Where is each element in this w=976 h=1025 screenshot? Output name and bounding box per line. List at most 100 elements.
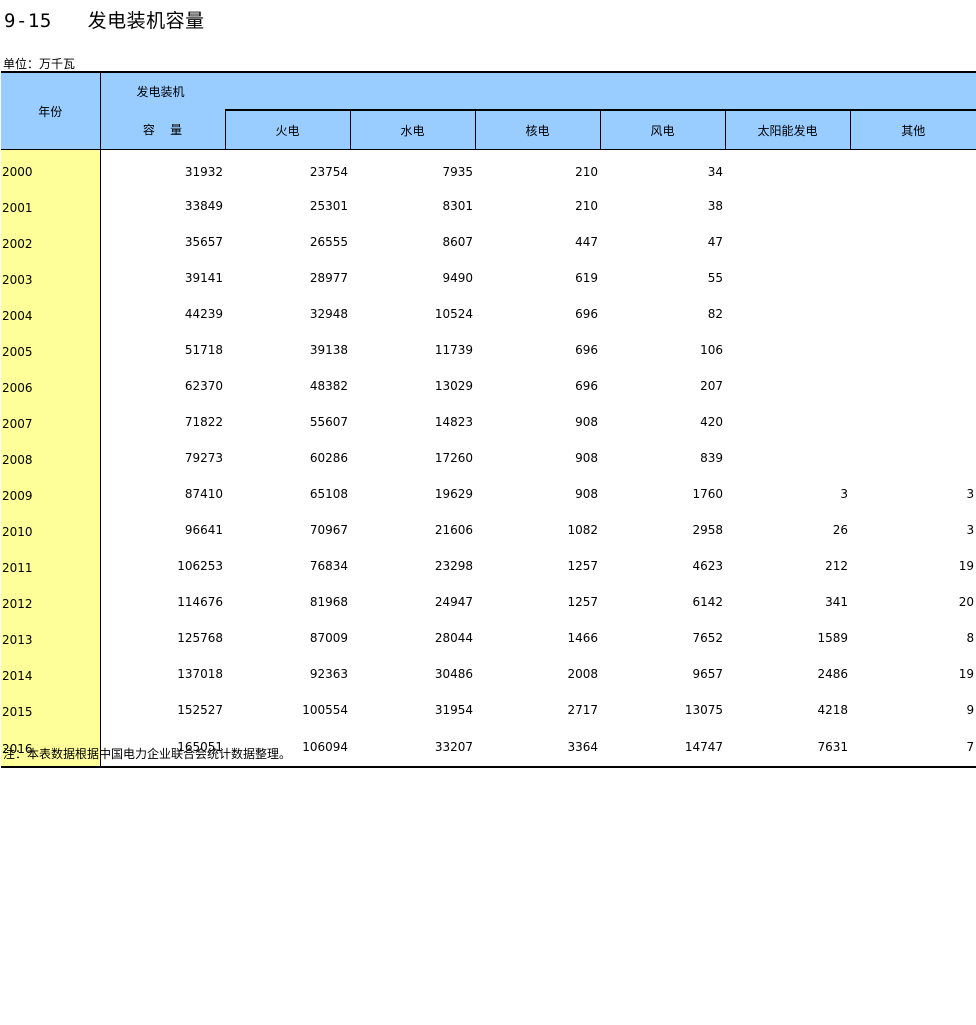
table-row: 2008 79273 60286 17260 908 839 <box>1 440 976 476</box>
row-year-cell: 2000 <box>1 149 101 188</box>
cell-total: 62370 <box>184 379 223 393</box>
cell-total: 44239 <box>184 307 223 321</box>
cell-hydro: 23298 <box>434 559 473 573</box>
cell-thermal: 70967 <box>309 523 348 537</box>
cell-nuclear: 2008 <box>567 667 598 681</box>
cell-solar: 1589 <box>817 631 848 645</box>
row-year-cell: 2001 <box>1 188 101 224</box>
cell-hydro: 14823 <box>434 415 473 429</box>
cell-nuclear: 908 <box>575 415 598 429</box>
cell-other: 8 <box>966 631 975 645</box>
cell-hydro: 21606 <box>434 523 473 537</box>
footnote: 注：本表数据根据中国电力企业联合会统计数据整理。 <box>3 747 292 761</box>
cell-nuclear: 1466 <box>567 631 598 645</box>
cell-total: 31932 <box>184 165 223 179</box>
header-total-label: 容 量 <box>142 123 183 137</box>
cell-hydro: 19629 <box>434 487 473 501</box>
cell-hydro: 28044 <box>434 631 473 645</box>
header-hydro: 水电 <box>350 109 476 150</box>
cell-other <box>850 150 976 189</box>
row-year-cell: 2003 <box>1 260 101 296</box>
cell-other: 3 <box>966 523 975 537</box>
cell-hydro: 7935 <box>442 165 473 179</box>
cell-solar: 212 <box>825 559 848 573</box>
cell-other <box>850 332 976 368</box>
cell-wind: 1760 <box>692 487 723 501</box>
cell-hydro: 11739 <box>434 343 473 357</box>
unit-label: 单位：万千瓦 <box>3 57 76 71</box>
row-year-cell: 2014 <box>1 656 101 692</box>
header-other: 其他 <box>850 109 976 150</box>
cell-hydro: 9490 <box>442 271 473 285</box>
cell-hydro: 8301 <box>442 199 473 213</box>
cell-total: 152527 <box>177 703 223 717</box>
cell-thermal: 32948 <box>309 307 348 321</box>
cell-total: 71822 <box>184 415 223 429</box>
cell-hydro: 8607 <box>442 235 473 249</box>
cell-wind: 34 <box>707 165 723 179</box>
table-row: 2003 39141 28977 9490 619 55 <box>1 260 976 296</box>
row-year-cell: 2013 <box>1 620 101 656</box>
cell-thermal: 100554 <box>302 703 348 717</box>
cell-total: 125768 <box>177 631 223 645</box>
cell-other <box>850 368 976 404</box>
cell-nuclear: 210 <box>575 165 598 179</box>
row-year-cell: 2004 <box>1 296 101 332</box>
table-row: 2007 71822 55607 14823 908 420 <box>1 404 976 440</box>
cell-hydro: 13029 <box>434 379 473 393</box>
cell-nuclear: 908 <box>575 451 598 465</box>
cell-hydro: 33207 <box>350 728 475 768</box>
table-row: 2015 152527 100554 31954 2717 13075 4218 9 <box>1 692 976 728</box>
row-year-cell: 2005 <box>1 332 101 368</box>
cell-thermal: 39138 <box>309 343 348 357</box>
cell-wind: 9657 <box>692 667 723 681</box>
cell-wind: 13075 <box>684 703 723 717</box>
cell-wind: 14747 <box>600 728 725 768</box>
header-group-label: 发电装机 <box>136 84 185 99</box>
cell-thermal: 92363 <box>309 667 348 681</box>
cell-nuclear: 908 <box>575 487 598 501</box>
cell-nuclear: 696 <box>575 379 598 393</box>
cell-wind: 106 <box>700 343 723 357</box>
cell-solar: 4218 <box>817 703 848 717</box>
cell-thermal: 76834 <box>309 559 348 573</box>
cell-total: 35657 <box>184 235 223 249</box>
table-row: 2002 35657 26555 8607 447 47 <box>1 224 976 260</box>
cell-wind: 4623 <box>692 559 723 573</box>
cell-total: 114676 <box>177 595 223 609</box>
cell-solar <box>725 188 850 224</box>
cell-wind: 47 <box>707 235 723 249</box>
cell-solar <box>725 150 850 189</box>
cell-solar <box>725 296 850 332</box>
header-group: 发电装机 <box>100 71 976 110</box>
cell-total: 33849 <box>184 199 223 213</box>
cell-solar <box>725 332 850 368</box>
cell-hydro: 17260 <box>434 451 473 465</box>
cell-other: 19 <box>958 667 975 681</box>
cell-total: 137018 <box>177 667 223 681</box>
header-nuclear: 核电 <box>475 109 601 150</box>
header-thermal: 火电 <box>225 109 351 150</box>
cell-thermal: 55607 <box>309 415 348 429</box>
cell-other: 9 <box>966 703 975 717</box>
cell-solar: 2486 <box>817 667 848 681</box>
cell-total: 39141 <box>184 271 223 285</box>
cell-other <box>850 188 976 224</box>
row-year-cell: 2006 <box>1 368 101 404</box>
table-row: 2000 31932 23754 7935 210 34 <box>1 149 976 189</box>
cell-thermal: 23754 <box>309 165 348 179</box>
cell-nuclear: 447 <box>575 235 598 249</box>
cell-other <box>850 296 976 332</box>
cell-wind: 207 <box>700 379 723 393</box>
cell-thermal: 25301 <box>309 199 348 213</box>
cell-total: 51718 <box>184 343 223 357</box>
capacity-table: 年份 发电装机 容 量 火电 水电 核电 风电 太阳能发电 其他 2000 319… <box>1 71 976 768</box>
header-total: 容 量 <box>100 110 226 150</box>
cell-other <box>850 440 976 476</box>
table-row: 2006 62370 48382 13029 696 207 <box>1 368 976 404</box>
table-row: 2010 96641 70967 21606 1082 2958 26 3 <box>1 512 976 548</box>
cell-nuclear: 210 <box>575 199 598 213</box>
row-year-cell: 2008 <box>1 440 101 476</box>
cell-wind: 839 <box>700 451 723 465</box>
table-row: 2004 44239 32948 10524 696 82 <box>1 296 976 332</box>
